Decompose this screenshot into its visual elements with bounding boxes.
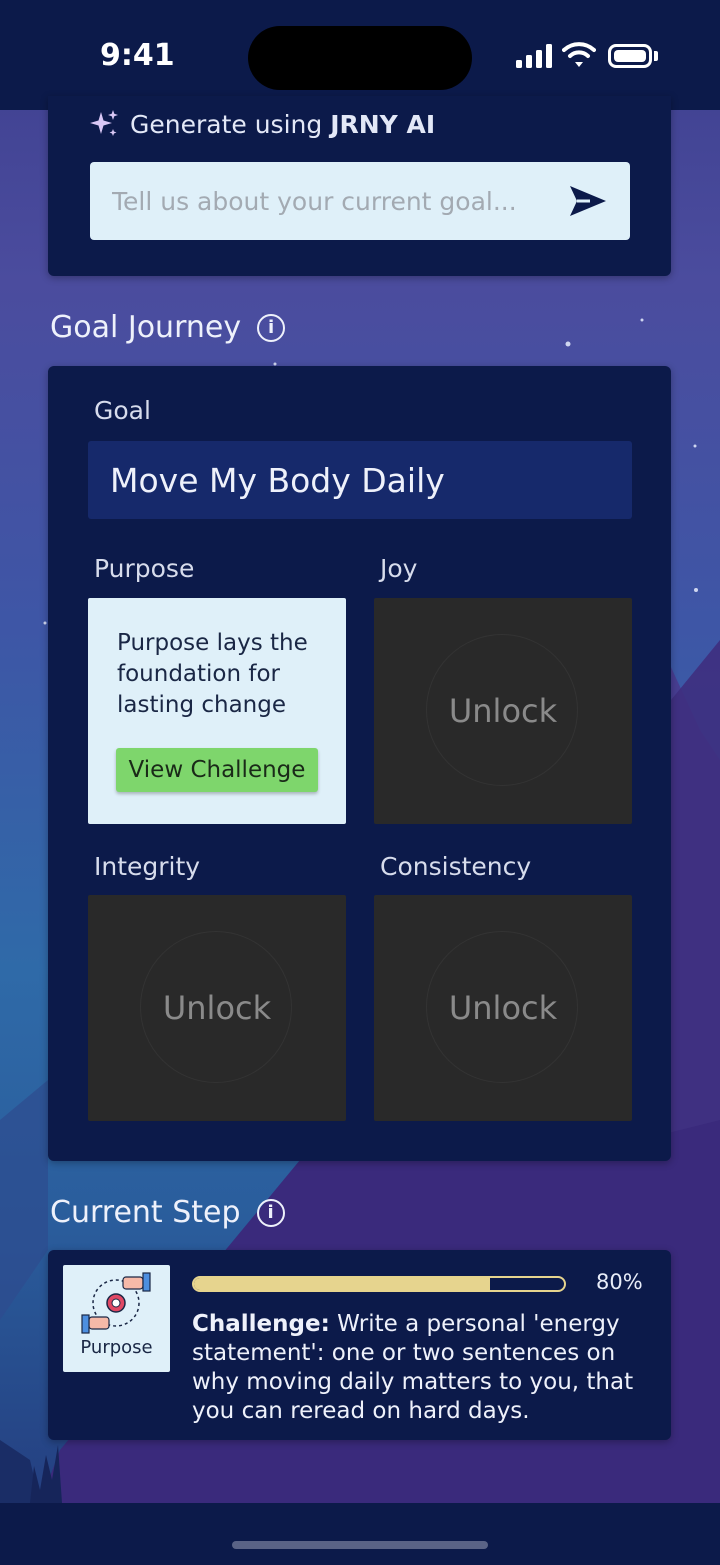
challenge-text: Challenge: Write a personal 'energy stat… (192, 1310, 642, 1426)
challenge-progress-fill (194, 1278, 490, 1290)
ai-label-brand: JRNY AI (330, 109, 436, 139)
current-step-heading: Current Step (50, 1195, 241, 1230)
goal-label: Goal (94, 396, 151, 425)
challenge-prefix: Challenge: (192, 1311, 330, 1337)
current-step-title: Current Step i (50, 1195, 285, 1230)
integrity-card[interactable]: Unlock (88, 895, 346, 1121)
info-icon[interactable]: i (256, 1198, 285, 1227)
unlock-integrity-button[interactable]: Unlock (88, 895, 346, 1121)
target-hands-icon (81, 1272, 151, 1334)
view-challenge-button[interactable]: View Challenge (116, 748, 318, 792)
ai-generator-label: Generate using JRNY AI (130, 110, 435, 139)
unlock-joy-button[interactable]: Unlock (374, 598, 632, 824)
purpose-card[interactable]: Purpose lays the foundation for lasting … (88, 598, 346, 824)
ai-generator-panel: Generate using JRNY AI (48, 96, 671, 276)
status-time: 9:41 (100, 38, 175, 73)
current-step-panel[interactable]: Purpose 80% Challenge: Write a personal … (48, 1250, 671, 1440)
home-indicator[interactable] (232, 1541, 488, 1549)
cellular-signal-icon (516, 44, 552, 68)
progress-percent: 80% (596, 1270, 643, 1294)
ai-generator-header: Generate using JRNY AI (88, 108, 435, 140)
card-label-integrity: Integrity (94, 852, 201, 881)
card-label-purpose: Purpose (94, 554, 195, 583)
step-thumbnail-label: Purpose (80, 1337, 153, 1358)
goal-prompt-input[interactable] (90, 162, 630, 240)
info-icon[interactable]: i (257, 313, 286, 342)
status-bar: 9:41 (0, 0, 720, 110)
purpose-card-text: Purpose lays the foundation for lasting … (117, 630, 308, 718)
bottom-bar (0, 1503, 720, 1565)
wifi-icon (562, 42, 596, 67)
challenge-progress-bar (192, 1276, 566, 1292)
send-icon[interactable] (568, 184, 608, 218)
card-label-consistency: Consistency (380, 852, 532, 881)
battery-tip (654, 51, 658, 61)
goal-journey-panel: Goal Move My Body Daily Purpose Joy Purp… (48, 366, 671, 1161)
joy-card[interactable]: Unlock (374, 598, 632, 824)
goal-value-field[interactable]: Move My Body Daily (88, 441, 632, 519)
goal-journey-title: Goal Journey i (50, 310, 286, 345)
consistency-card[interactable]: Unlock (374, 895, 632, 1121)
battery-icon (608, 44, 652, 68)
ai-label-prefix: Generate using (130, 109, 331, 139)
card-label-joy: Joy (380, 554, 418, 583)
sparkle-icon (90, 110, 118, 136)
goal-journey-heading: Goal Journey (50, 310, 242, 345)
step-thumbnail: Purpose (63, 1265, 170, 1372)
unlock-consistency-button[interactable]: Unlock (374, 895, 632, 1121)
dynamic-island (248, 26, 472, 90)
